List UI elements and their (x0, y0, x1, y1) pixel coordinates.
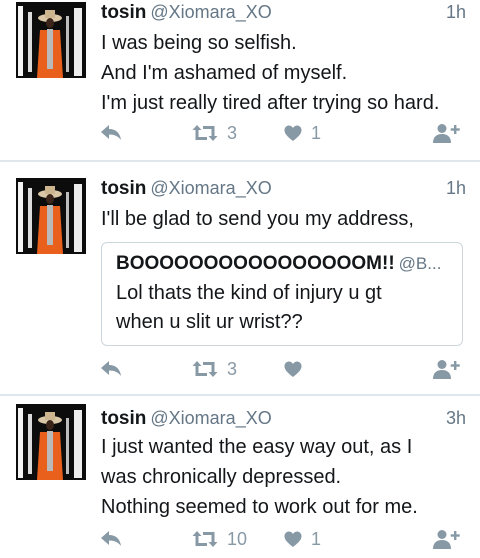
retweet-button[interactable]: 3 (192, 118, 237, 148)
tweet-timestamp[interactable]: 1h (446, 178, 466, 199)
like-button[interactable]: 1 (284, 118, 321, 148)
quoted-text-line: Lol thats the kind of injury u gt (116, 282, 382, 304)
tweet-actions: 3 (0, 354, 480, 384)
retweet-count: 3 (227, 358, 238, 379)
heart-icon (284, 125, 302, 141)
author-name[interactable]: tosin (101, 178, 146, 199)
retweet-icon (192, 531, 218, 547)
follow-button[interactable] (433, 354, 461, 384)
tweet-actions: 10 1 (0, 524, 480, 554)
author-name[interactable]: tosin (101, 2, 146, 23)
tweet[interactable]: tosin @Xiomara_XO 1h I'll be glad to send… (0, 162, 480, 394)
tweet-text-line: I was being so selfish. (101, 32, 297, 54)
follow-icon (433, 360, 460, 379)
retweet-count: 10 (227, 528, 248, 549)
tweet-header: tosin @Xiomara_XO 3h (101, 408, 466, 434)
author-handle[interactable]: @Xiomara_XO (150, 2, 271, 22)
tweet-header: tosin @Xiomara_XO 1h (101, 2, 466, 28)
author-handle[interactable]: @Xiomara_XO (150, 408, 271, 428)
like-count: 1 (311, 528, 322, 549)
tweet-text-line: And I'm ashamed of myself. (101, 62, 348, 84)
tweet-actions: 3 1 (0, 118, 480, 148)
tweet-text-line: was chronically depressed. (101, 466, 342, 488)
quoted-tweet-header: BOOOOOOOOOOOOOOOOM!! @B... (116, 253, 448, 279)
tweet[interactable]: tosin @Xiomara_XO 3h I just wanted the ea… (0, 396, 480, 558)
tweet-text: I'll be glad to send you my address, (101, 204, 470, 234)
tweet-timeline: tosin @Xiomara_XO 1h I was being so selfi… (0, 0, 480, 558)
follow-icon (433, 124, 460, 143)
reply-icon (101, 361, 121, 376)
like-button[interactable]: 1 (284, 524, 321, 554)
avatar[interactable] (16, 178, 86, 254)
retweet-count: 3 (227, 122, 238, 143)
tweet-text-line: I just wanted the easy way out, as I (101, 436, 413, 458)
reply-icon (101, 125, 121, 140)
author-name[interactable]: tosin (101, 408, 146, 429)
heart-icon (284, 531, 302, 547)
tweet-header: tosin @Xiomara_XO 1h (101, 178, 466, 204)
tweet[interactable]: tosin @Xiomara_XO 1h I was being so selfi… (0, 0, 480, 160)
tweet-text: I was being so selfish. And I'm ashamed … (101, 28, 470, 118)
follow-button[interactable] (433, 524, 461, 554)
retweet-icon (192, 361, 218, 377)
reply-button[interactable] (100, 354, 122, 384)
quoted-tweet[interactable]: BOOOOOOOOOOOOOOOOM!! @B... Lol thats the … (101, 242, 463, 346)
tweet-text-line: Nothing seemed to work out for me. (101, 496, 418, 518)
avatar[interactable] (16, 404, 86, 480)
follow-button[interactable] (433, 118, 461, 148)
tweet-timestamp[interactable]: 1h (446, 2, 466, 23)
author-handle[interactable]: @Xiomara_XO (150, 178, 271, 198)
tweet-text-line: I'll be glad to send you my address, (101, 208, 414, 230)
reply-icon (101, 531, 121, 546)
follow-icon (433, 530, 460, 549)
tweet-text-line: I'm just really tired after trying so ha… (101, 92, 440, 114)
avatar[interactable] (16, 2, 86, 78)
quoted-author-handle: @B... (398, 254, 442, 273)
heart-icon (284, 361, 302, 377)
quoted-author-name: BOOOOOOOOOOOOOOOOM!! (116, 253, 395, 274)
quoted-tweet-text: Lol thats the kind of injury u gt when u… (116, 279, 448, 337)
like-button[interactable] (284, 354, 311, 384)
reply-button[interactable] (100, 524, 122, 554)
like-count: 1 (311, 122, 322, 143)
retweet-button[interactable]: 10 (192, 524, 247, 554)
reply-button[interactable] (100, 118, 122, 148)
tweet-text: I just wanted the easy way out, as I was… (101, 432, 470, 522)
retweet-button[interactable]: 3 (192, 354, 237, 384)
retweet-icon (192, 125, 218, 141)
quoted-text-line: when u slit ur wrist?? (116, 311, 303, 333)
tweet-timestamp[interactable]: 3h (446, 408, 466, 429)
